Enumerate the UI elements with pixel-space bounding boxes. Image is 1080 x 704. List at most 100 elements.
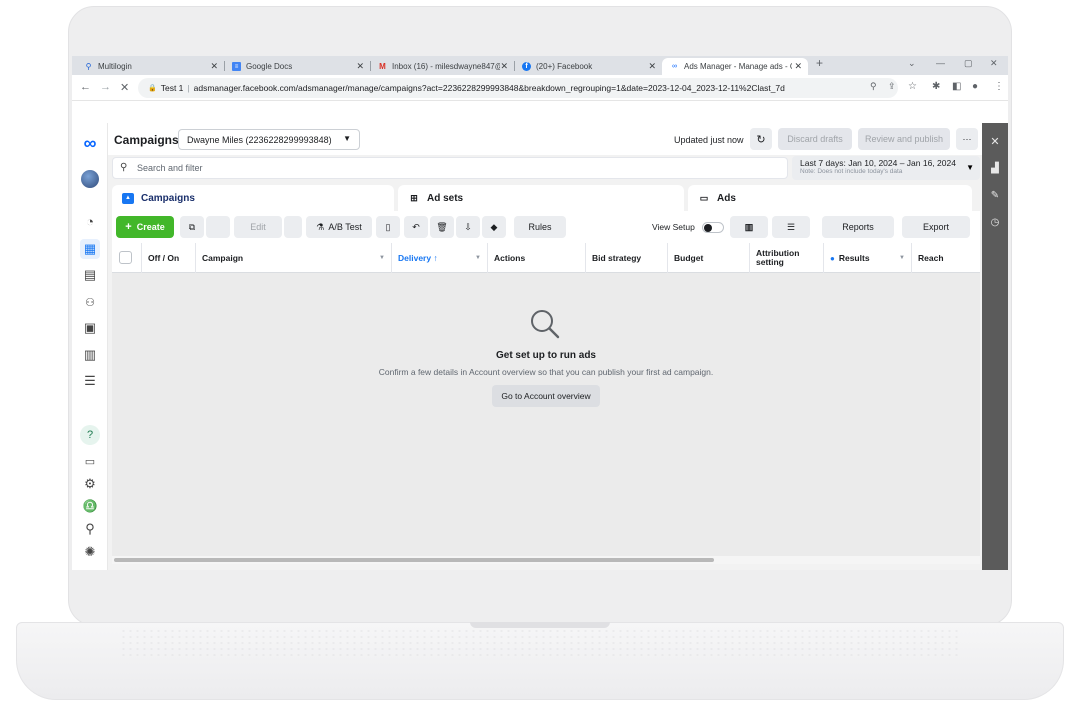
report-bug-icon[interactable]: ✺ <box>80 542 100 562</box>
go-to-account-overview-button[interactable]: Go to Account overview <box>492 385 600 407</box>
discard-drafts-button[interactable]: Discard drafts <box>778 128 852 150</box>
export-draft-icon: ⇩ <box>464 221 472 232</box>
avatar[interactable] <box>80 169 100 189</box>
menu-kebab-icon[interactable]: ⋮ <box>994 81 1004 92</box>
browser-tab-gmail[interactable]: M Inbox (16) - milesdwayne847@g ✕ <box>370 58 514 75</box>
date-range-picker[interactable]: Last 7 days: Jan 10, 2024 – Jan 16, 2024… <box>792 156 980 180</box>
scrollbar-thumb[interactable] <box>114 558 714 562</box>
bookmark-star-icon[interactable]: ☆ <box>908 81 917 92</box>
duplicate-button[interactable]: ⧉ <box>180 216 204 238</box>
dashboard-gauge-icon[interactable]: ◔ <box>80 211 100 231</box>
new-tab-icon[interactable]: + <box>816 56 823 70</box>
pages-icon[interactable]: ▤ <box>80 265 100 285</box>
close-icon[interactable]: ✕ <box>356 61 364 72</box>
campaigns-table-icon[interactable]: ▦ <box>80 239 100 259</box>
undo-button[interactable]: ↶ <box>404 216 428 238</box>
browser-tab-facebook[interactable]: f (20+) Facebook ✕ <box>514 58 662 75</box>
create-button[interactable]: + Create <box>116 216 174 238</box>
user-icon: ⚲ <box>85 62 92 71</box>
search-icon[interactable]: ⚲ <box>80 519 100 539</box>
side-panel-icon[interactable]: ◧ <box>952 81 961 92</box>
zoom-icon[interactable]: ⚲ <box>870 81 877 92</box>
notifications-bell-icon[interactable]: ♎ <box>80 496 100 516</box>
tab-campaigns[interactable]: ▲ Campaigns <box>112 185 394 211</box>
column-bid-strategy[interactable]: Bid strategy <box>586 243 668 273</box>
sort-icon: ▼ <box>379 255 385 261</box>
audiences-icon[interactable]: ⚇ <box>80 292 100 312</box>
column-campaign[interactable]: Campaign ▼ <box>196 243 392 273</box>
tag-button[interactable]: ◆ <box>482 216 506 238</box>
rules-button[interactable]: Rules <box>514 216 566 238</box>
toolbar: + Create ⧉ Edit ⚗ A/B Test ▯ ↶ 🗑 ⇩ ◆ Rul… <box>112 211 980 243</box>
edit-button[interactable]: Edit <box>234 216 282 238</box>
pencil-icon[interactable]: ✎ <box>982 190 1008 201</box>
help-question-icon[interactable]: ? <box>80 425 100 445</box>
search-input[interactable]: ⚲ Search and filter <box>112 157 788 179</box>
page-title: Campaigns <box>114 133 179 147</box>
reports-button[interactable]: Reports <box>822 216 894 238</box>
column-actions[interactable]: Actions <box>488 243 586 273</box>
browser-tab-multilogin[interactable]: ⚲ Multilogin ✕ <box>76 58 224 75</box>
close-icon[interactable]: ✕ <box>500 61 508 72</box>
clock-icon[interactable]: ◷ <box>982 217 1008 228</box>
news-feed-icon[interactable]: ▭ <box>80 451 100 471</box>
clipboard-button[interactable]: ▯ <box>376 216 400 238</box>
account-selector[interactable]: Dwayne Miles (2236228299993848) ▼ <box>178 129 360 150</box>
meta-logo-icon[interactable]: ∞ <box>80 133 100 153</box>
more-options-button[interactable]: ··· <box>956 128 978 150</box>
bar-chart-icon[interactable]: ▟ <box>982 163 1008 174</box>
all-tools-menu-icon[interactable]: ☰ <box>80 371 100 391</box>
info-icon: ● <box>830 253 835 263</box>
export-button[interactable]: Export <box>902 216 970 238</box>
laptop-screen: ⚲ Multilogin ✕ ≡ Google Docs ✕ M Inbox (… <box>72 56 1008 570</box>
trash-icon: 🗑 <box>436 221 448 232</box>
maximize-icon[interactable]: ▢ <box>964 58 973 69</box>
browser-tab-google-docs[interactable]: ≡ Google Docs ✕ <box>224 58 370 75</box>
ab-test-button[interactable]: ⚗ A/B Test <box>306 216 372 238</box>
column-budget[interactable]: Budget <box>668 243 750 273</box>
review-publish-button[interactable]: Review and publish <box>858 128 950 150</box>
delete-button[interactable]: 🗑 <box>430 216 454 238</box>
duplicate-dropdown-button[interactable] <box>206 216 230 238</box>
view-setup-toggle[interactable] <box>702 222 724 233</box>
close-icon[interactable]: ✕ <box>982 135 1008 148</box>
horizontal-scrollbar[interactable] <box>112 556 980 564</box>
breakdown-button[interactable]: ☰ <box>772 216 810 238</box>
select-all-cell <box>112 243 142 273</box>
window-close-icon[interactable]: ✕ <box>990 58 998 69</box>
url-bar[interactable]: 🔒 Test 1 | adsmanager.facebook.com/adsma… <box>138 78 898 98</box>
minimize-icon[interactable]: — <box>936 58 945 68</box>
close-icon[interactable]: ✕ <box>648 61 656 72</box>
edit-dropdown-button[interactable] <box>284 216 302 238</box>
tab-search-icon[interactable]: ⌄ <box>908 58 916 69</box>
media-library-icon[interactable]: ▣ <box>80 318 100 338</box>
stop-loading-icon[interactable]: ✕ <box>120 81 129 94</box>
laptop-keyboard <box>120 628 960 658</box>
duplicate-icon: ⧉ <box>188 221 196 232</box>
column-reach[interactable]: Reach <box>912 243 980 273</box>
billing-icon[interactable]: ▥ <box>80 345 100 365</box>
back-icon[interactable]: ← <box>80 81 91 93</box>
profile-icon[interactable]: ● <box>972 81 978 92</box>
search-icon: ⚲ <box>120 162 128 173</box>
column-delivery[interactable]: Delivery ↑ ▼ <box>392 243 488 273</box>
columns-button[interactable]: ▥ <box>730 216 768 238</box>
tab-ads[interactable]: ▭ Ads <box>688 185 972 211</box>
forward-icon[interactable]: → <box>100 81 111 93</box>
sort-icon: ▼ <box>899 255 905 261</box>
select-all-checkbox[interactable] <box>119 251 132 264</box>
extensions-icon[interactable]: ✱ <box>932 81 940 92</box>
close-icon[interactable]: ✕ <box>794 61 802 72</box>
close-icon[interactable]: ✕ <box>210 61 218 72</box>
meta-icon: ∞ <box>672 63 677 70</box>
level-tabs: ▲ Campaigns ⊞ Ad sets ▭ Ads <box>108 181 982 211</box>
settings-gear-icon[interactable]: ⚙ <box>80 474 100 494</box>
column-off-on[interactable]: Off / On <box>142 243 196 273</box>
share-icon[interactable]: ⇪ <box>888 81 896 92</box>
browser-tab-ads-manager[interactable]: ∞ Ads Manager - Manage ads - Ca ✕ <box>662 58 808 75</box>
column-results[interactable]: ● Results ▼ <box>824 243 912 273</box>
export-draft-button[interactable]: ⇩ <box>456 216 480 238</box>
refresh-button[interactable]: ↻ <box>750 128 772 150</box>
tab-ad-sets[interactable]: ⊞ Ad sets <box>398 185 684 211</box>
column-attribution-setting[interactable]: Attribution setting <box>750 243 824 273</box>
